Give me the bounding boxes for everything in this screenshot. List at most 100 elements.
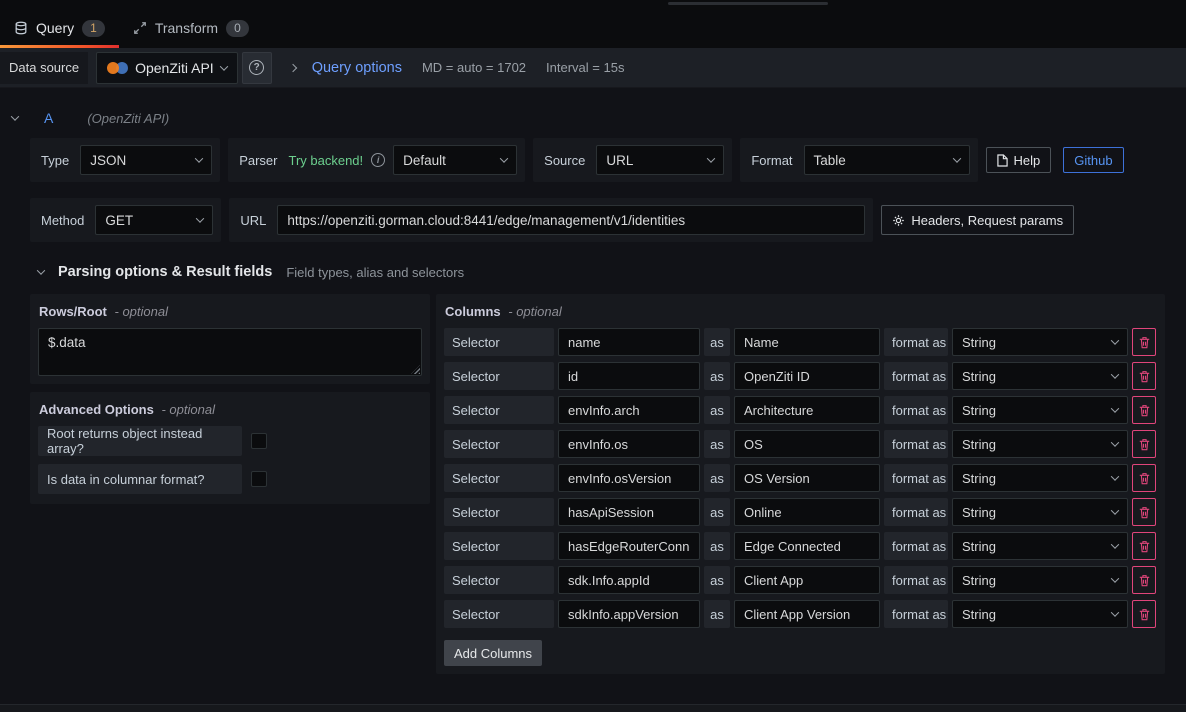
advanced-options-title: Advanced Options - optional [39,402,422,417]
column-selector-input[interactable] [558,328,700,356]
type-value: JSON [90,153,126,168]
rows-root-input[interactable]: $.data [38,328,422,376]
column-selector-input[interactable] [558,396,700,424]
delete-column-button[interactable] [1132,566,1156,594]
column-selector-input[interactable] [558,464,700,492]
trash-icon [1139,574,1150,587]
chevron-down-icon [1111,336,1119,344]
column-format-value: String [962,607,996,622]
columns-title-text: Columns [445,304,501,319]
column-alias-input[interactable] [734,532,880,560]
doc-buttons: Help Github [986,147,1124,173]
column-selector-input[interactable] [558,430,700,458]
format-select[interactable]: Table [804,145,970,175]
chevron-down-icon [1111,370,1119,378]
info-circle-icon[interactable]: i [371,153,385,167]
add-columns-button[interactable]: Add Columns [444,640,542,666]
delete-column-button[interactable] [1132,396,1156,424]
format-as-label: format as [884,532,948,560]
collapse-section-chevron-icon[interactable] [37,266,45,274]
column-selector-input[interactable] [558,566,700,594]
column-alias-input[interactable] [734,430,880,458]
headers-button-label: Headers, Request params [911,213,1063,228]
help-button[interactable]: Help [986,147,1052,173]
collapse-query-chevron-icon[interactable] [11,112,19,120]
column-format-select[interactable]: String [952,600,1128,628]
chevron-down-icon [1111,506,1119,514]
parsing-section-header[interactable]: Parsing options & Result fields Field ty… [38,264,1186,280]
parser-backend-hint: Try backend! [288,153,363,168]
pane-drag-handle[interactable] [668,2,828,5]
column-selector-input[interactable] [558,498,700,526]
column-row: Selector as format as String [444,362,1157,390]
source-label: Source [541,153,588,168]
parser-value: Default [403,153,446,168]
column-format-value: String [962,573,996,588]
url-input[interactable] [277,205,865,235]
bottom-panel-edge [0,704,1186,712]
column-row: Selector as format as String [444,498,1157,526]
method-select[interactable]: GET [95,205,213,235]
trash-icon [1139,506,1150,519]
chevron-right-icon [290,65,296,71]
column-format-value: String [962,403,996,418]
column-alias-input[interactable] [734,566,880,594]
delete-column-button[interactable] [1132,328,1156,356]
column-alias-input[interactable] [734,498,880,526]
columnar-format-checkbox[interactable] [251,471,267,487]
source-field-group: Source URL [533,138,732,182]
tab-transform[interactable]: Transform 0 [119,8,263,48]
column-format-select[interactable]: String [952,328,1128,356]
column-alias-input[interactable] [734,396,880,424]
column-format-select[interactable]: String [952,532,1128,560]
column-format-select[interactable]: String [952,362,1128,390]
headers-request-params-button[interactable]: Headers, Request params [881,205,1074,235]
datasource-help-button[interactable]: ? [242,52,272,84]
source-select[interactable]: URL [596,145,724,175]
parser-field-group: Parser Try backend! i Default [228,138,525,182]
query-options-md-summary: MD = auto = 1702 [422,60,526,75]
column-format-select[interactable]: String [952,396,1128,424]
column-selector-input[interactable] [558,600,700,628]
column-row: Selector as format as String [444,396,1157,424]
column-format-select[interactable]: String [952,566,1128,594]
datasource-picker[interactable]: OpenZiti API [96,52,238,84]
column-alias-input[interactable] [734,328,880,356]
query-row-header[interactable]: A (OpenZiti API) [12,110,1186,126]
column-selector-input[interactable] [558,532,700,560]
type-select[interactable]: JSON [80,145,212,175]
github-button[interactable]: Github [1063,147,1123,173]
column-row: Selector as format as String [444,600,1157,628]
column-alias-input[interactable] [734,464,880,492]
delete-column-button[interactable] [1132,532,1156,560]
column-format-select[interactable]: String [952,498,1128,526]
column-format-select[interactable]: String [952,464,1128,492]
as-label: as [704,566,730,594]
as-label: as [704,362,730,390]
delete-column-button[interactable] [1132,498,1156,526]
delete-column-button[interactable] [1132,600,1156,628]
selector-label: Selector [444,328,554,356]
as-label: as [704,600,730,628]
query-ref-id[interactable]: A [44,110,53,126]
selector-label: Selector [444,362,554,390]
format-as-label: format as [884,362,948,390]
columnar-format-label: Is data in columnar format? [38,464,242,494]
as-label: as [704,532,730,560]
tab-query[interactable]: Query 1 [0,8,119,48]
delete-column-button[interactable] [1132,362,1156,390]
query-editor-screen: Query 1 Transform 0 Data source OpenZiti… [0,0,1186,712]
column-format-select[interactable]: String [952,430,1128,458]
query-datasource-hint: (OpenZiti API) [87,111,169,126]
delete-column-button[interactable] [1132,430,1156,458]
column-format-value: String [962,505,996,520]
column-alias-input[interactable] [734,600,880,628]
parser-select[interactable]: Default [393,145,517,175]
selector-label: Selector [444,566,554,594]
column-selector-input[interactable] [558,362,700,390]
delete-column-button[interactable] [1132,464,1156,492]
query-options-toggle[interactable]: Query options [312,60,402,76]
column-alias-input[interactable] [734,362,880,390]
root-returns-object-checkbox[interactable] [251,433,267,449]
selector-label: Selector [444,498,554,526]
